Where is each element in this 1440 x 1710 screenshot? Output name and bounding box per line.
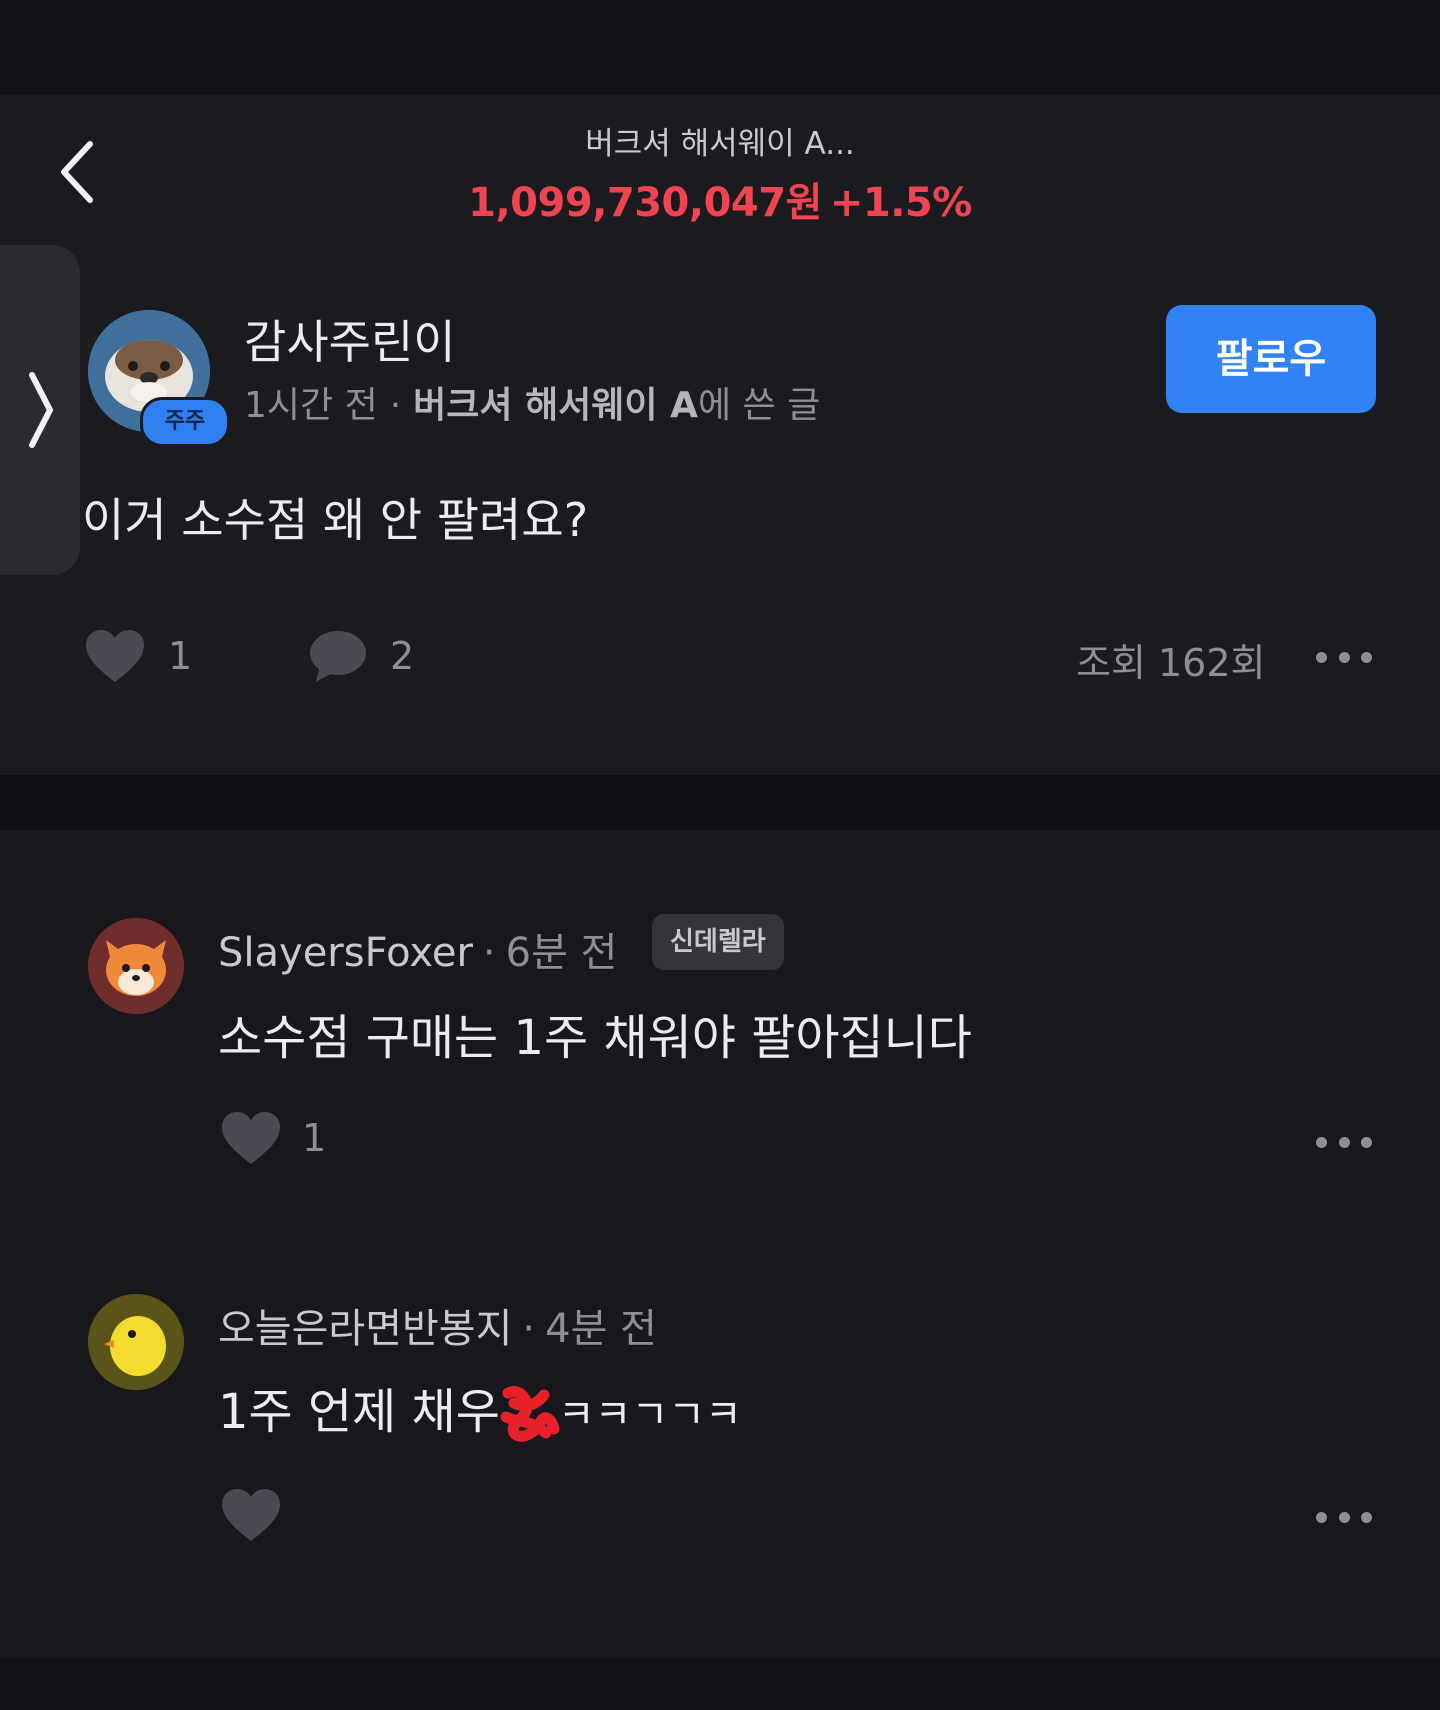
speech-bubble-icon <box>310 631 366 682</box>
comment-user-badge: 신데렐라 <box>652 914 784 970</box>
comment-author-line: SlayersFoxer · 6분 전 <box>218 920 617 978</box>
post-body: 이거 소수점 왜 안 팔려요? <box>82 493 589 547</box>
post-stock-ref[interactable]: 버크셔 해서웨이 A <box>413 385 698 426</box>
comment-author[interactable]: 오늘은라면반봉지 <box>218 1306 512 1352</box>
stock-price: 1,099,730,047원 <box>468 180 822 226</box>
stock-name[interactable]: 버크셔 해서웨이 A... <box>0 118 1440 163</box>
comment-body-after: ㅋㅋㄱㄱㅋ <box>557 1392 742 1438</box>
scribble-icon <box>500 1386 560 1442</box>
chevron-right-icon <box>29 372 53 448</box>
comment-separator: · <box>482 930 496 976</box>
more-dots-icon <box>1316 651 1327 663</box>
section-divider <box>0 775 1440 830</box>
comment-more-button[interactable] <box>1316 1127 1372 1157</box>
shareholder-badge: 주주 <box>140 397 230 447</box>
comment-time: 4분 전 <box>545 1306 657 1352</box>
status-area <box>0 0 1440 95</box>
bottom-bar <box>0 1658 1440 1710</box>
heart-icon <box>222 1489 280 1541</box>
fox-icon <box>88 918 184 1014</box>
comment-body: 1주 언제 채우 ㅋㅋㄱㄱㅋ <box>218 1372 742 1442</box>
side-drawer-tab[interactable] <box>0 245 80 575</box>
comment-like-count: 1 <box>302 1116 327 1160</box>
stock-change: +1.5% <box>829 180 972 226</box>
comment-separator: · <box>522 1306 536 1352</box>
heart-icon <box>86 630 144 682</box>
post-view-count: 조회 162회 <box>1076 641 1266 685</box>
post-stock-suffix: 에 쓴 글 <box>697 385 821 426</box>
comment-author[interactable]: SlayersFoxer <box>218 930 473 976</box>
redaction-scribble <box>500 1386 560 1442</box>
comment-body: 소수점 구매는 1주 채워야 팔아집니다 <box>218 1010 972 1066</box>
comment-time: 6분 전 <box>505 930 618 976</box>
post-author-name[interactable]: 감사주린이 <box>244 306 456 372</box>
comment-like-button[interactable]: 1 <box>220 1110 326 1166</box>
follow-button[interactable]: 팔로우 <box>1166 305 1376 413</box>
comment-body-before: 1주 언제 채우 <box>218 1384 500 1440</box>
heart-icon <box>222 1112 280 1164</box>
comment-avatar[interactable] <box>88 918 184 1014</box>
post-meta: 1시간 전 · 버크셔 해서웨이 A에 쓴 글 <box>244 376 820 428</box>
comment-author-line: 오늘은라면반봉지 · 4분 전 <box>218 1296 657 1354</box>
meta-separator: · <box>389 385 402 426</box>
stock-price-line: 1,099,730,047원 +1.5% <box>0 170 1440 228</box>
comment-avatar[interactable] <box>88 1294 184 1390</box>
post-comment-count: 2 <box>390 634 415 678</box>
more-dots-icon <box>1316 1136 1327 1148</box>
more-dots-icon <box>1316 1511 1327 1523</box>
post-time: 1시간 전 <box>244 385 378 426</box>
chick-icon <box>88 1294 184 1390</box>
comment-like-button[interactable] <box>220 1487 302 1543</box>
post-more-button[interactable] <box>1316 642 1372 672</box>
post-comment-button[interactable]: 2 <box>308 628 414 684</box>
post-like-count: 1 <box>168 634 193 678</box>
post-like-button[interactable]: 1 <box>84 628 192 684</box>
comment-more-button[interactable] <box>1316 1502 1372 1532</box>
